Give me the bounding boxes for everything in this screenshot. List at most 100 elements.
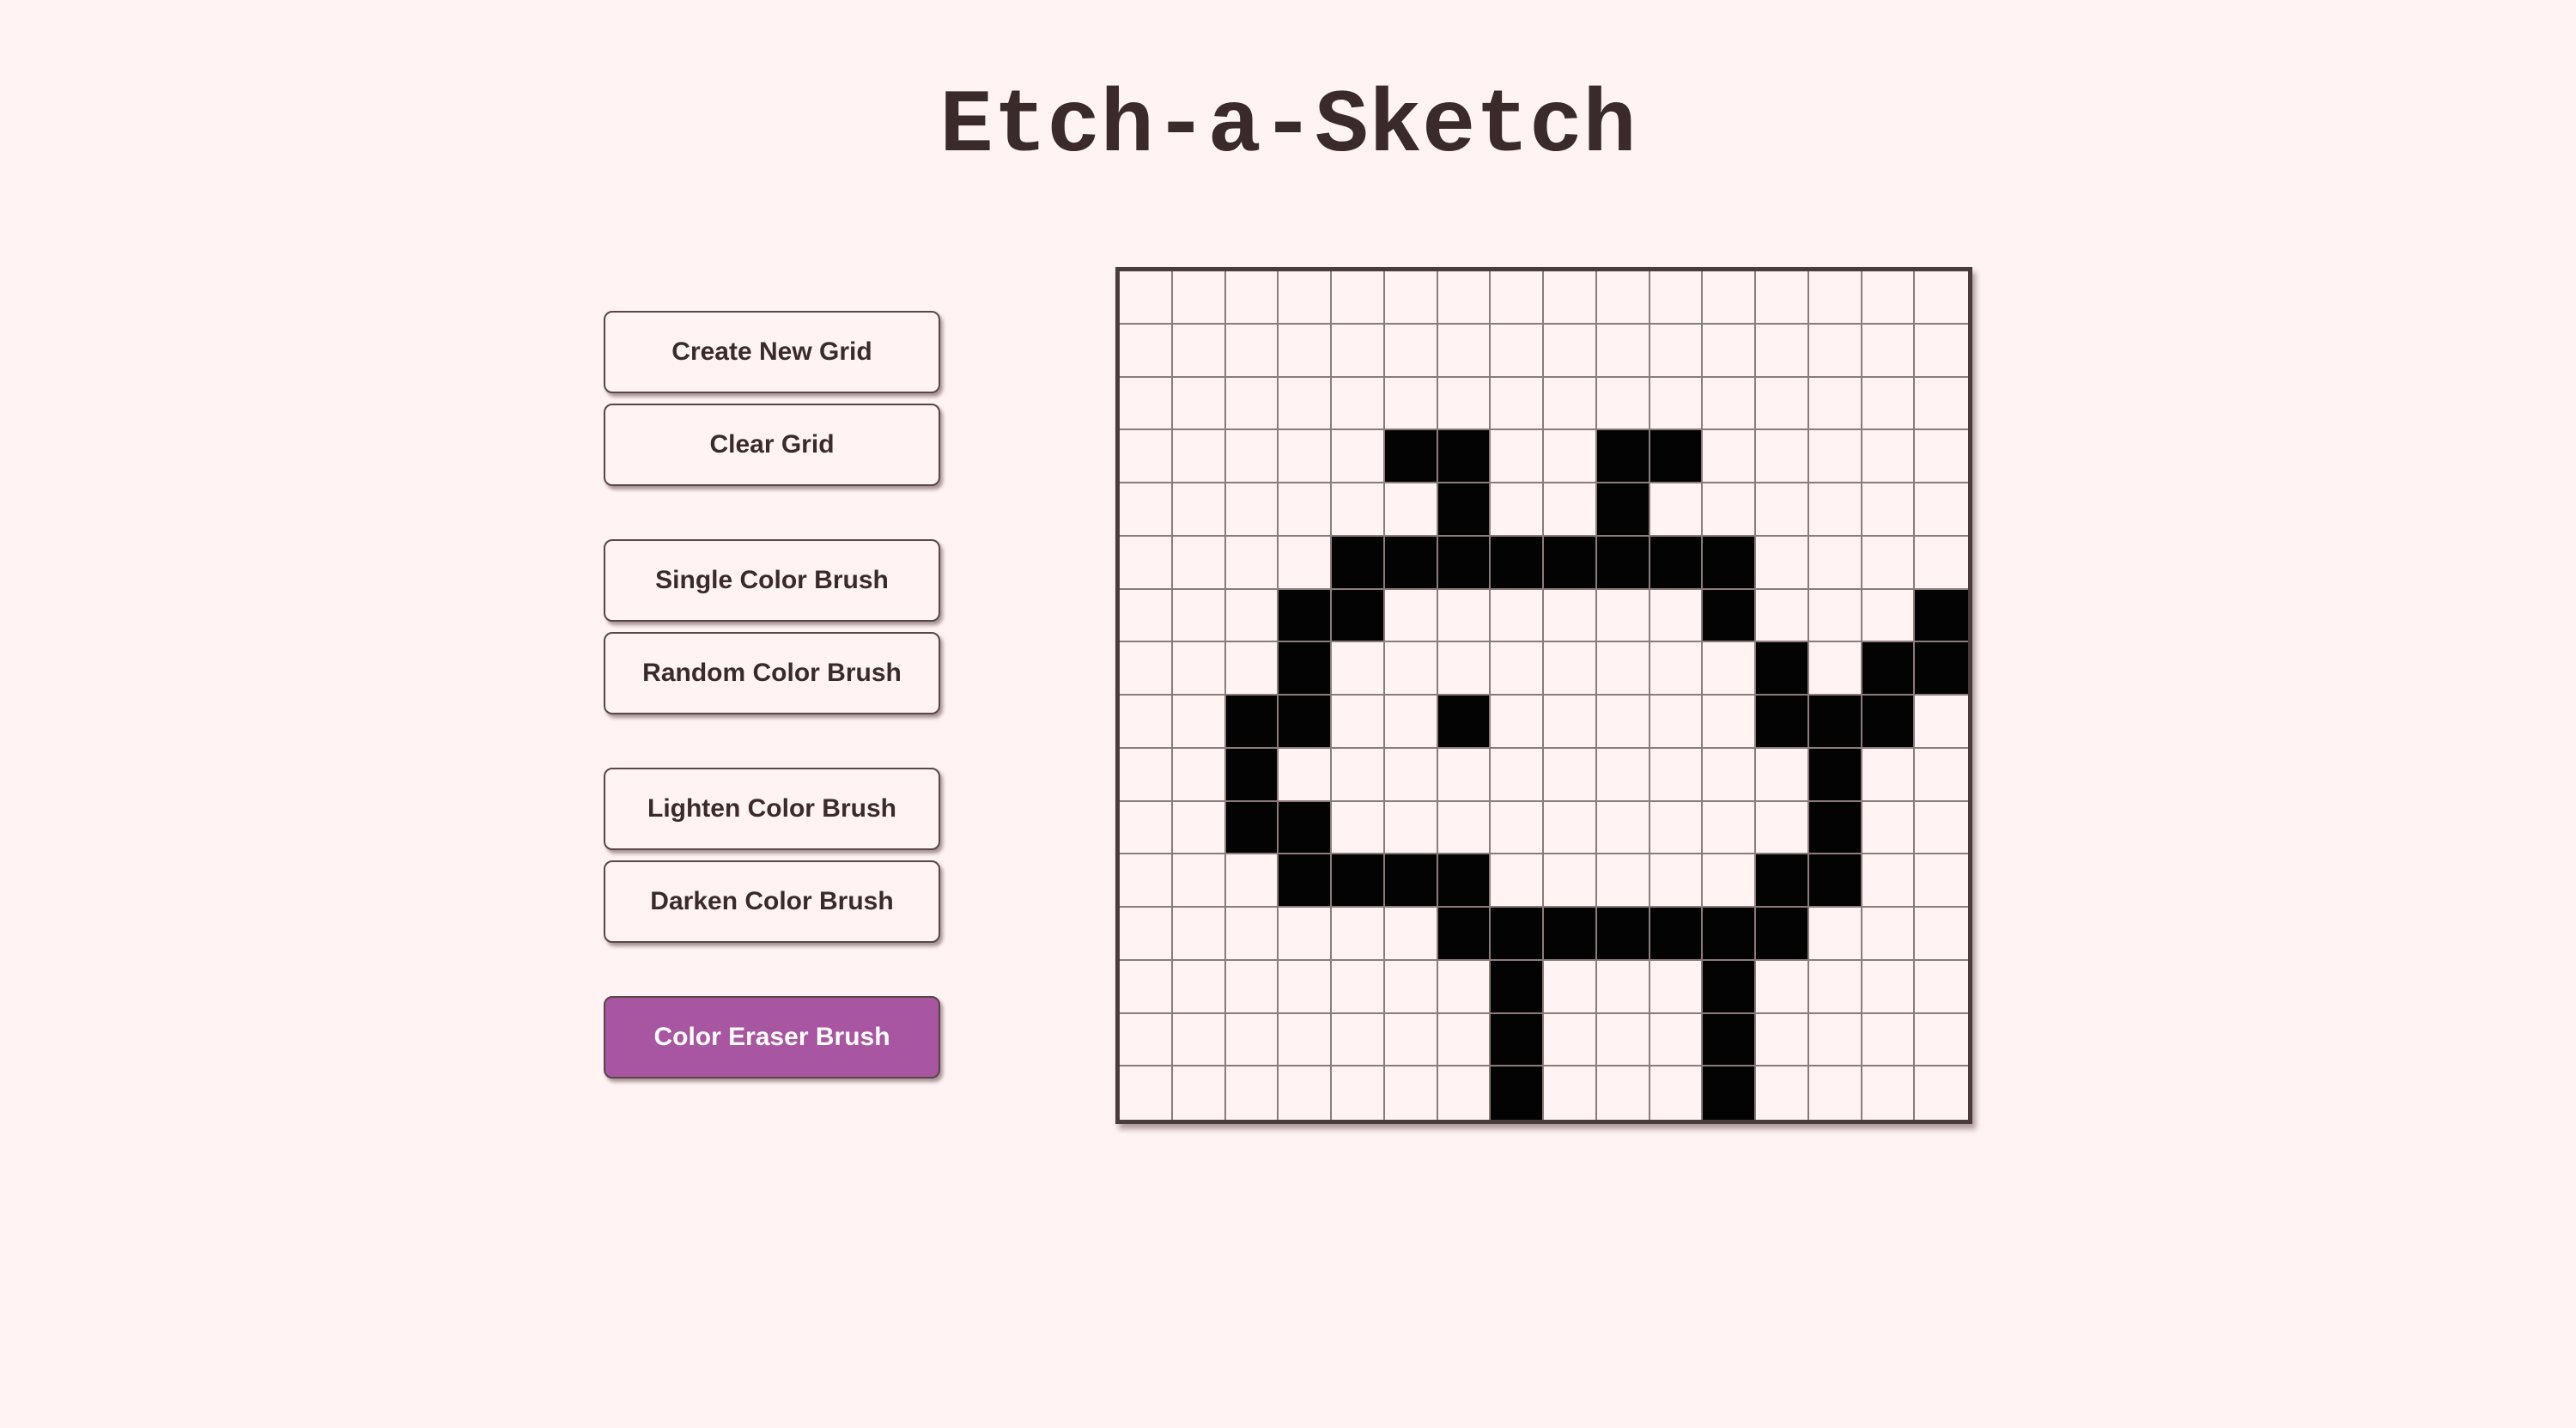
grid-cell[interactable] [1544, 801, 1597, 855]
grid-cell[interactable] [1172, 801, 1226, 855]
grid-cell[interactable] [1120, 642, 1173, 696]
grid-cell[interactable] [1649, 536, 1704, 590]
grid-cell[interactable] [1649, 696, 1704, 749]
grid-cell[interactable] [1172, 696, 1226, 749]
grid-cell[interactable] [1756, 483, 1809, 537]
grid-cell[interactable] [1225, 696, 1279, 749]
grid-cell[interactable] [1703, 377, 1756, 431]
grid-cell[interactable] [1756, 589, 1809, 643]
grid-cell[interactable] [1225, 377, 1279, 431]
grid-cell[interactable] [1384, 696, 1438, 749]
grid-cell[interactable] [1332, 589, 1385, 643]
grid-cell[interactable] [1120, 377, 1173, 431]
grid-cell[interactable] [1172, 1066, 1226, 1120]
grid-cell[interactable] [1649, 748, 1704, 802]
grid-cell[interactable] [1279, 430, 1332, 483]
grid-cell[interactable] [1915, 748, 1968, 802]
grid-cell[interactable] [1279, 908, 1332, 961]
grid-cell[interactable] [1544, 536, 1597, 590]
grid-cell[interactable] [1756, 960, 1809, 1014]
grid-cell[interactable] [1808, 854, 1862, 908]
grid-cell[interactable] [1384, 960, 1438, 1014]
grid-cell[interactable] [1808, 908, 1862, 961]
grid-cell[interactable] [1437, 696, 1492, 749]
grid-cell[interactable] [1915, 430, 1968, 483]
grid-cell[interactable] [1172, 483, 1226, 537]
grid-cell[interactable] [1225, 801, 1279, 855]
grid-cell[interactable] [1332, 536, 1385, 590]
grid-cell[interactable] [1437, 960, 1492, 1014]
grid-cell[interactable] [1225, 908, 1279, 961]
grid-cell[interactable] [1544, 483, 1597, 537]
grid-cell[interactable] [1808, 324, 1862, 378]
grid-cell[interactable] [1384, 483, 1438, 537]
grid-cell[interactable] [1756, 536, 1809, 590]
grid-cell[interactable] [1596, 748, 1650, 802]
grid-cell[interactable] [1808, 748, 1862, 802]
grid-cell[interactable] [1862, 748, 1916, 802]
grid-cell[interactable] [1437, 536, 1492, 590]
grid-cell[interactable] [1703, 960, 1756, 1014]
grid-cell[interactable] [1596, 483, 1650, 537]
grid-cell[interactable] [1544, 1013, 1597, 1067]
grid-cell[interactable] [1808, 589, 1862, 643]
grid-cell[interactable] [1915, 324, 1968, 378]
grid-cell[interactable] [1437, 1066, 1492, 1120]
grid-cell[interactable] [1756, 642, 1809, 696]
grid-cell[interactable] [1332, 642, 1385, 696]
grid-cell[interactable] [1172, 960, 1226, 1014]
grid-cell[interactable] [1596, 324, 1650, 378]
grid-cell[interactable] [1279, 324, 1332, 378]
grid-cell[interactable] [1120, 748, 1173, 802]
grid-cell[interactable] [1279, 642, 1332, 696]
grid-cell[interactable] [1120, 696, 1173, 749]
grid-cell[interactable] [1649, 430, 1704, 483]
grid-cell[interactable] [1703, 748, 1756, 802]
grid-cell[interactable] [1862, 271, 1916, 325]
grid-cell[interactable] [1384, 642, 1438, 696]
grid-cell[interactable] [1596, 271, 1650, 325]
grid-cell[interactable] [1596, 589, 1650, 643]
grid-cell[interactable] [1703, 801, 1756, 855]
grid-cell[interactable] [1120, 589, 1173, 643]
grid-cell[interactable] [1172, 642, 1226, 696]
grid-cell[interactable] [1544, 748, 1597, 802]
grid-cell[interactable] [1491, 536, 1544, 590]
grid-cell[interactable] [1491, 1013, 1544, 1067]
grid-cell[interactable] [1491, 748, 1544, 802]
grid-cell[interactable] [1437, 908, 1492, 961]
grid-cell[interactable] [1120, 1013, 1173, 1067]
clear-grid-button[interactable]: Clear Grid [604, 404, 940, 486]
grid-cell[interactable] [1279, 483, 1332, 537]
grid-cell[interactable] [1915, 696, 1968, 749]
grid-cell[interactable] [1703, 642, 1756, 696]
grid-cell[interactable] [1862, 696, 1916, 749]
grid-cell[interactable] [1437, 430, 1492, 483]
grid-cell[interactable] [1915, 854, 1968, 908]
grid-cell[interactable] [1808, 536, 1862, 590]
grid-cell[interactable] [1120, 271, 1173, 325]
grid-cell[interactable] [1808, 483, 1862, 537]
grid-cell[interactable] [1332, 854, 1385, 908]
grid-cell[interactable] [1384, 1013, 1438, 1067]
grid-cell[interactable] [1384, 748, 1438, 802]
grid-cell[interactable] [1120, 801, 1173, 855]
grid-cell[interactable] [1544, 908, 1597, 961]
color-eraser-brush-button[interactable]: Color Eraser Brush [604, 996, 940, 1079]
grid-cell[interactable] [1808, 801, 1862, 855]
grid-cell[interactable] [1332, 1013, 1385, 1067]
grid-cell[interactable] [1703, 854, 1756, 908]
grid-cell[interactable] [1437, 483, 1492, 537]
grid-cell[interactable] [1172, 271, 1226, 325]
grid-cell[interactable] [1862, 854, 1916, 908]
grid-cell[interactable] [1703, 536, 1756, 590]
grid-cell[interactable] [1491, 908, 1544, 961]
grid-cell[interactable] [1332, 960, 1385, 1014]
grid-cell[interactable] [1649, 271, 1704, 325]
grid-cell[interactable] [1225, 271, 1279, 325]
grid-cell[interactable] [1596, 960, 1650, 1014]
grid-cell[interactable] [1756, 696, 1809, 749]
grid-cell[interactable] [1491, 1066, 1544, 1120]
grid-cell[interactable] [1384, 536, 1438, 590]
grid-cell[interactable] [1120, 854, 1173, 908]
